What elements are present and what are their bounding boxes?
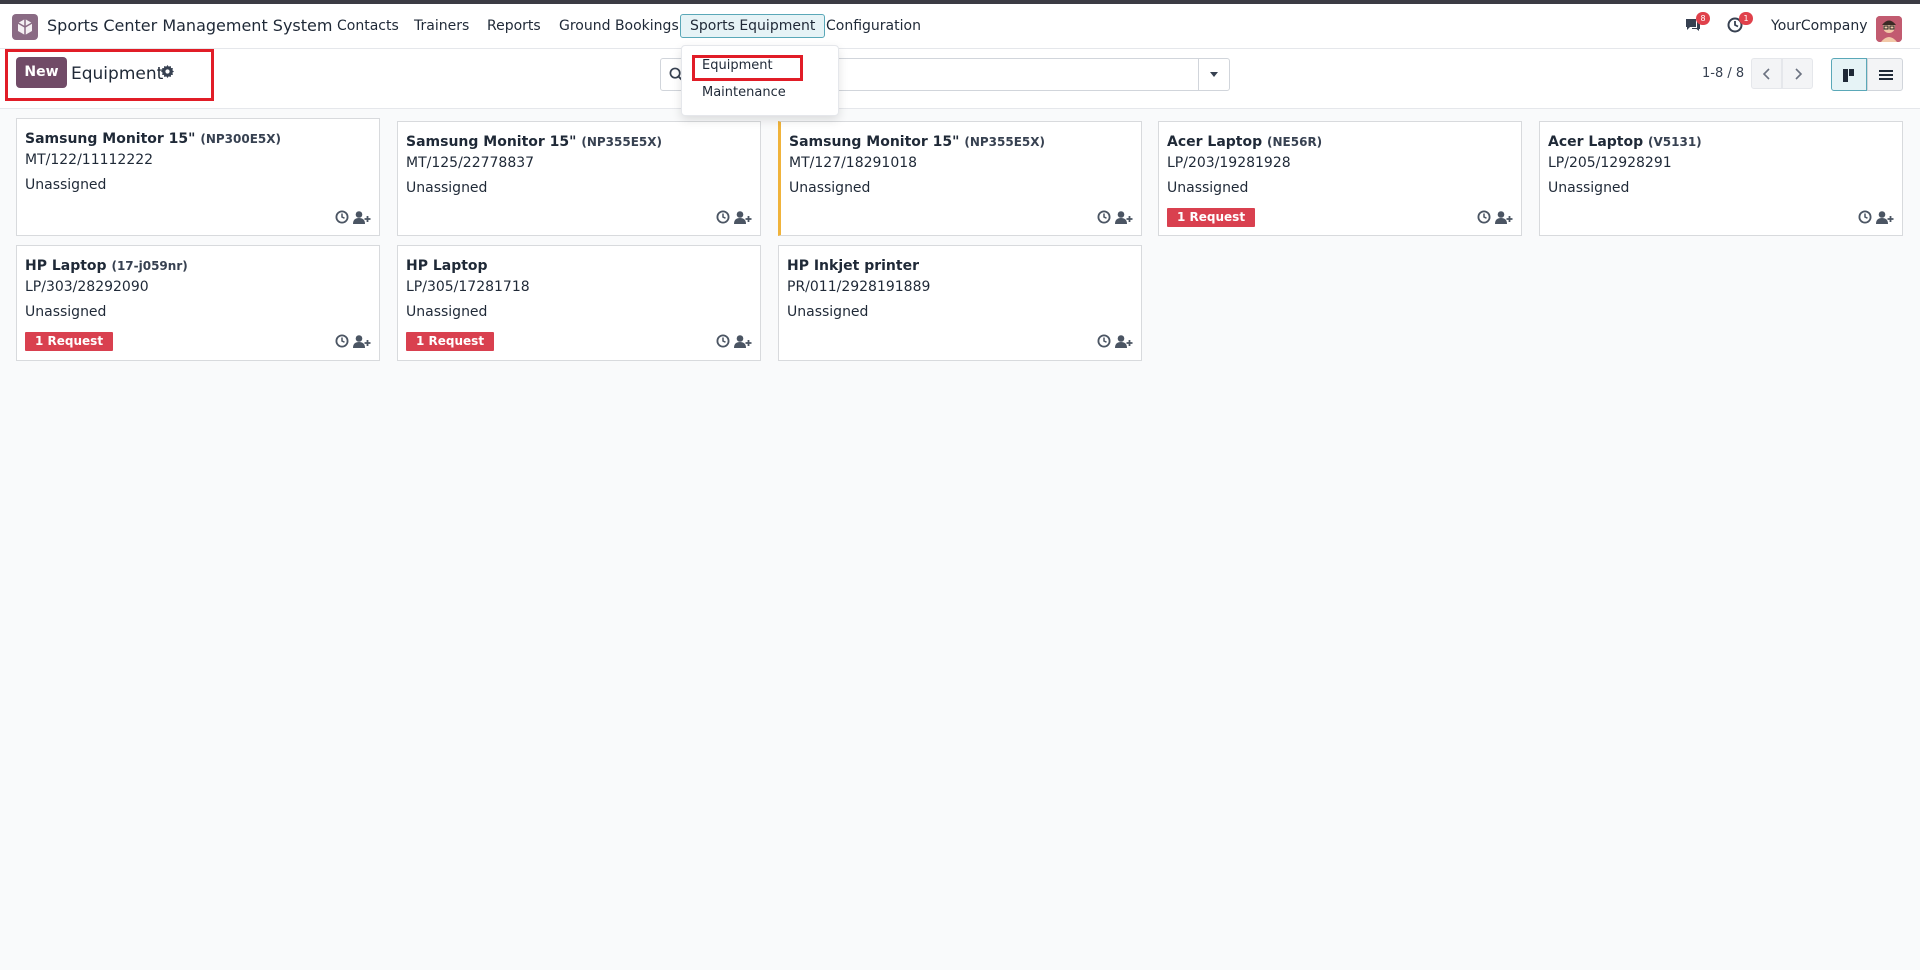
card-title: Acer Laptop (NE56R) xyxy=(1167,134,1323,150)
card-owner: Unassigned xyxy=(789,180,871,196)
card-serial: LP/305/17281718 xyxy=(406,279,530,295)
messages-badge: 8 xyxy=(1696,12,1710,25)
card-serial: LP/203/19281928 xyxy=(1167,155,1291,171)
card-title: HP Laptop xyxy=(406,258,488,274)
activity-clock-icon[interactable] xyxy=(335,210,349,224)
activity-clock-icon[interactable] xyxy=(1858,210,1872,224)
card-title: Samsung Monitor 15" (NP355E5X) xyxy=(789,134,1045,150)
kanban-icon xyxy=(1843,69,1854,82)
chevron-left-icon xyxy=(1762,68,1770,80)
equipment-card[interactable]: HP Laptop (17-j059nr) LP/303/28292090 Un… xyxy=(16,245,380,361)
list-icon xyxy=(1879,70,1893,80)
assign-user-icon[interactable] xyxy=(353,335,371,348)
equipment-card[interactable]: Samsung Monitor 15" (NP355E5X) MT/127/18… xyxy=(778,121,1142,236)
menu-sports-equipment[interactable]: Sports Equipment xyxy=(680,14,826,38)
card-title: HP Laptop (17-j059nr) xyxy=(25,258,188,274)
card-serial: LP/205/12928291 xyxy=(1548,155,1672,171)
card-reference: (NE56R) xyxy=(1267,135,1323,149)
card-reference: (NP300E5X) xyxy=(200,132,281,146)
activity-clock-icon[interactable] xyxy=(1097,334,1111,348)
assign-user-icon[interactable] xyxy=(734,335,752,348)
app-name[interactable]: Sports Center Management System xyxy=(47,16,332,35)
assign-user-icon[interactable] xyxy=(1495,211,1513,224)
card-serial: MT/127/18291018 xyxy=(789,155,918,171)
chevron-right-icon xyxy=(1795,68,1803,80)
card-reference: (17-j059nr) xyxy=(111,259,188,273)
activity-clock-icon[interactable] xyxy=(716,334,730,348)
control-panel: New Equipment 1-8 / 8 xyxy=(0,49,1920,109)
card-owner: Unassigned xyxy=(406,180,488,196)
card-serial: MT/122/11112222 xyxy=(25,152,154,168)
activity-clock-icon[interactable] xyxy=(1477,210,1491,224)
card-title: Samsung Monitor 15" (NP300E5X) xyxy=(25,131,281,147)
assign-user-icon[interactable] xyxy=(1115,335,1133,348)
assign-user-icon[interactable] xyxy=(1115,211,1133,224)
equipment-card[interactable]: Samsung Monitor 15" (NP300E5X) MT/122/11… xyxy=(16,118,380,236)
pager-value[interactable]: 1-8 / 8 xyxy=(1702,66,1744,81)
card-reference: (NP355E5X) xyxy=(964,135,1045,149)
equipment-card[interactable]: Acer Laptop (NE56R) LP/203/19281928 Unas… xyxy=(1158,121,1522,236)
highlight-box xyxy=(5,49,214,101)
equipment-card[interactable]: HP Laptop LP/305/17281718 Unassigned 1 R… xyxy=(397,245,761,361)
search-options-toggle[interactable] xyxy=(1198,59,1229,90)
card-reference: (NP355E5X) xyxy=(581,135,662,149)
menu-contacts[interactable]: Contacts xyxy=(337,18,399,34)
maintenance-request-badge[interactable]: 1 Request xyxy=(406,332,495,351)
activity-clock-icon[interactable] xyxy=(335,334,349,348)
pager-next-button[interactable] xyxy=(1782,58,1813,89)
card-owner: Unassigned xyxy=(1167,180,1249,196)
equipment-card[interactable]: HP Inkjet printer PR/011/2928191889 Unas… xyxy=(778,245,1142,361)
user-avatar[interactable] xyxy=(1876,16,1902,42)
main-navbar: Sports Center Management System Contacts… xyxy=(0,4,1920,49)
maintenance-request-badge[interactable]: 1 Request xyxy=(25,332,114,351)
assign-user-icon[interactable] xyxy=(1876,211,1894,224)
card-owner: Unassigned xyxy=(25,177,107,193)
menu-reports[interactable]: Reports xyxy=(487,18,541,34)
card-title: Acer Laptop (V5131) xyxy=(1548,134,1702,150)
menu-configuration[interactable]: Configuration xyxy=(826,18,921,34)
company-switcher[interactable]: YourCompany xyxy=(1771,18,1868,34)
card-title: Samsung Monitor 15" (NP355E5X) xyxy=(406,134,662,150)
activity-clock-icon[interactable] xyxy=(716,210,730,224)
messages-systray[interactable]: 8 xyxy=(1684,12,1710,37)
activities-badge: 1 xyxy=(1739,12,1753,25)
kanban-view-button[interactable] xyxy=(1831,58,1867,91)
equipment-card[interactable]: Samsung Monitor 15" (NP355E5X) MT/125/22… xyxy=(397,121,761,236)
equipment-card[interactable]: Acer Laptop (V5131) LP/205/12928291 Unas… xyxy=(1539,121,1903,236)
highlight-box xyxy=(692,55,803,81)
menu-ground-bookings[interactable]: Ground Bookings xyxy=(559,18,679,34)
card-reference: (V5131) xyxy=(1648,135,1702,149)
app-home-icon[interactable] xyxy=(12,14,38,40)
card-owner: Unassigned xyxy=(406,304,488,320)
activities-systray[interactable]: 1 xyxy=(1727,12,1753,37)
maintenance-request-badge[interactable]: 1 Request xyxy=(1167,208,1256,227)
menu-trainers[interactable]: Trainers xyxy=(414,18,469,34)
sports-equipment-dropdown: Equipment Maintenance xyxy=(681,45,839,116)
pager-previous-button[interactable] xyxy=(1751,58,1782,89)
list-view-button[interactable] xyxy=(1867,58,1903,91)
card-title: HP Inkjet printer xyxy=(787,258,919,274)
caret-down-icon xyxy=(1210,72,1218,77)
card-owner: Unassigned xyxy=(1548,180,1630,196)
card-owner: Unassigned xyxy=(25,304,107,320)
card-serial: LP/303/28292090 xyxy=(25,279,149,295)
assign-user-icon[interactable] xyxy=(353,211,371,224)
activity-clock-icon[interactable] xyxy=(1097,210,1111,224)
dropdown-item-maintenance[interactable]: Maintenance xyxy=(702,85,786,100)
assign-user-icon[interactable] xyxy=(734,211,752,224)
card-owner: Unassigned xyxy=(787,304,869,320)
card-serial: PR/011/2928191889 xyxy=(787,279,931,295)
card-serial: MT/125/22778837 xyxy=(406,155,535,171)
